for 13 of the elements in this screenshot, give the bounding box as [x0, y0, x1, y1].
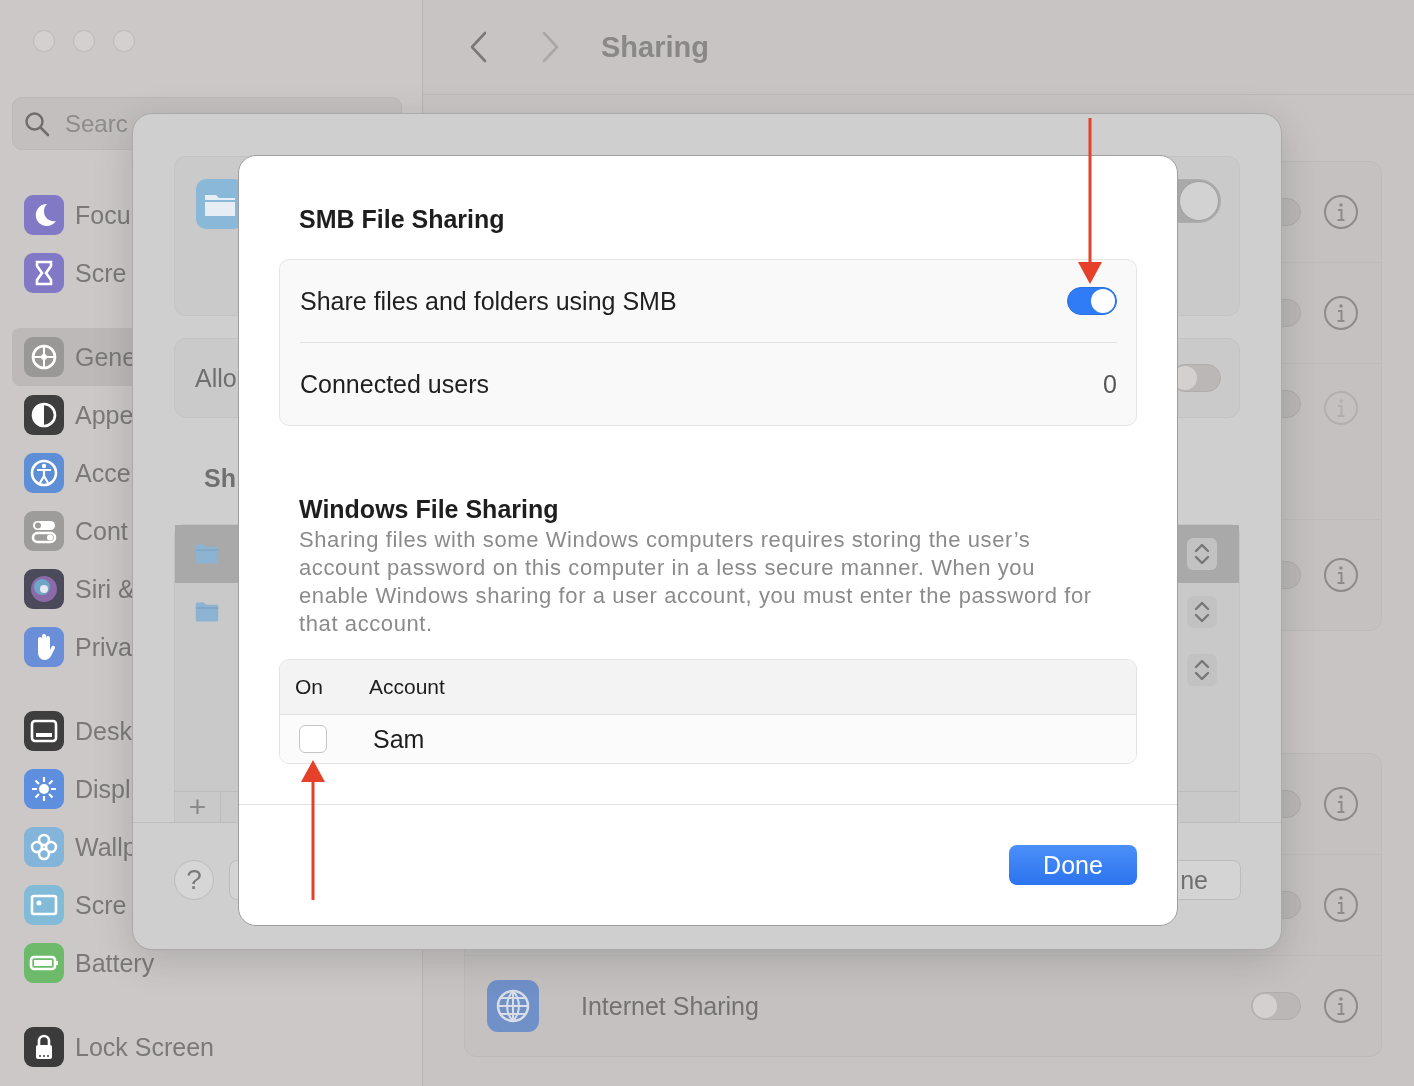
description-text: Sharing files with some Windows computers requires storing the user’s account password on this computer in a less secure manner. When you enable Windows sharing for a user account, you must enter the password for that account.: [299, 526, 1093, 638]
column-header: Account: [369, 675, 445, 699]
table-cell: Sam: [373, 724, 425, 754]
row-label: Share files and folders using SMB: [300, 286, 677, 316]
column-header: On: [295, 675, 324, 699]
dialog-title: SMB File Sharing: [298, 204, 506, 235]
section-heading: Windows File Sharing: [298, 494, 560, 525]
row-value: 0: [1103, 369, 1117, 399]
section-heading: Sh: [203, 463, 237, 493]
row-label: Connected users: [300, 369, 489, 399]
window-title: Sharing: [601, 30, 709, 64]
row-label: Allo: [195, 363, 237, 393]
row-label: Internet Sharing: [581, 991, 759, 1021]
